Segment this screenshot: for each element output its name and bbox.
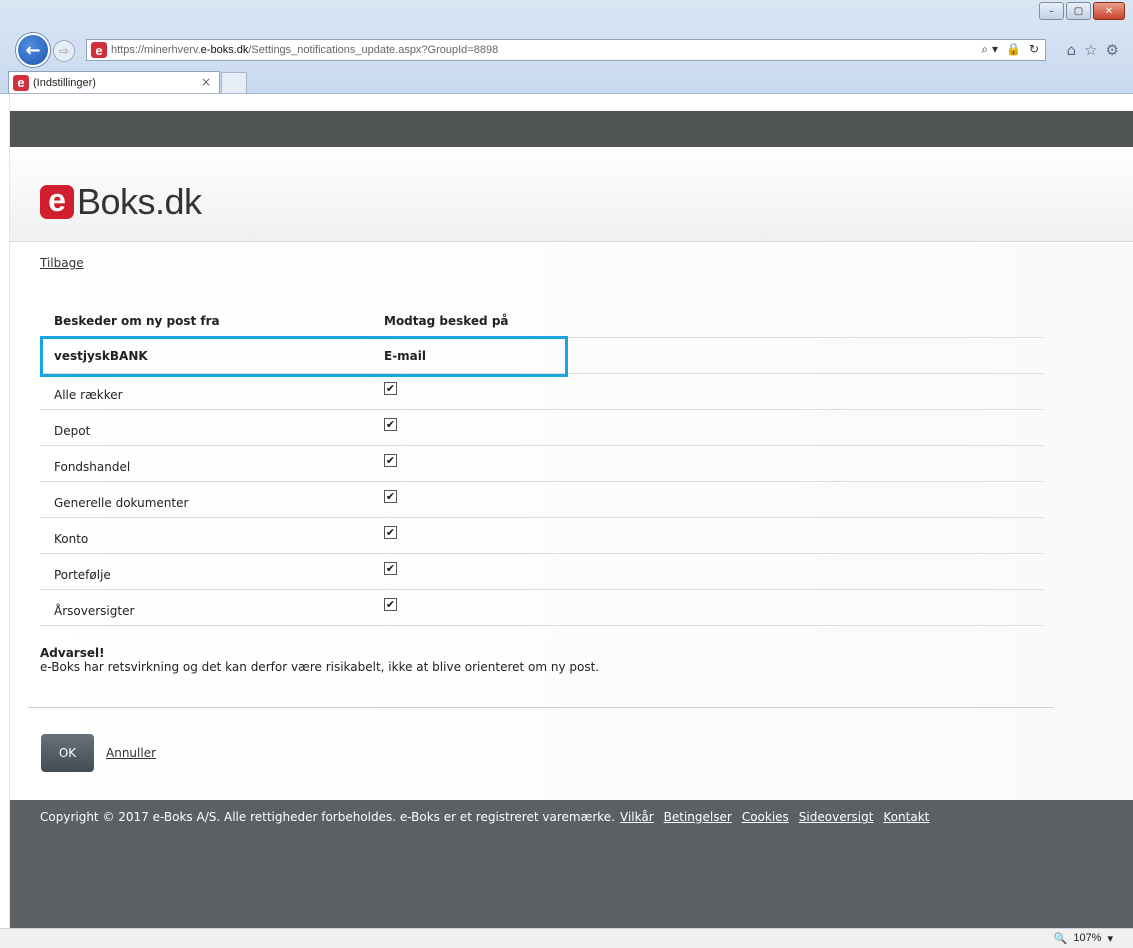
refresh-icon[interactable]: ↻ xyxy=(1029,42,1039,57)
table-row: Konto ✔ xyxy=(40,518,1043,554)
row-label: Portefølje xyxy=(54,568,111,582)
cancel-link[interactable]: Annuller xyxy=(106,746,156,760)
highlight-box xyxy=(40,336,568,377)
back-button[interactable]: ← xyxy=(16,33,50,67)
browser-tab[interactable]: e (Indstillinger) × xyxy=(8,71,220,93)
copyright-text: Copyright © 2017 e-Boks A/S. Alle rettig… xyxy=(40,810,616,824)
table-row: Portefølje ✔ xyxy=(40,554,1043,590)
row-label: Generelle dokumenter xyxy=(54,496,189,510)
eboks-logo[interactable]: e Boks.dk xyxy=(40,181,202,223)
site-footer: Copyright © 2017 e-Boks A/S. Alle rettig… xyxy=(10,800,1133,928)
footer-link-sideoversigt[interactable]: Sideoversigt xyxy=(799,810,874,824)
table-row: Årsoversigter ✔ xyxy=(40,590,1043,626)
address-tools: ⌕ ▾ 🔒 ↻ xyxy=(981,42,1039,57)
table-row: Alle rækker ✔ xyxy=(40,374,1043,410)
column-header-channel: Modtag besked på xyxy=(384,313,509,328)
column-header-sender: Beskeder om ny post fra xyxy=(54,313,220,328)
email-checkbox[interactable]: ✔ xyxy=(384,454,397,467)
address-bar[interactable]: e https://minerhverv.e-boks.dk/Settings_… xyxy=(86,39,1046,61)
footer-link-cookies[interactable]: Cookies xyxy=(742,810,789,824)
arrow-right-icon: ⇨ xyxy=(58,44,70,58)
footer-link-vilkar[interactable]: Vilkår xyxy=(620,810,654,824)
lock-icon[interactable]: 🔒 xyxy=(1006,42,1021,57)
close-window-button[interactable]: ✕ xyxy=(1093,2,1125,20)
zoom-control[interactable]: 🔍 107% ▾ xyxy=(1054,932,1113,945)
ok-button[interactable]: OK xyxy=(41,734,94,772)
tab-favicon-icon: e xyxy=(13,74,29,91)
warning-title: Advarsel! xyxy=(40,646,105,660)
settings-gear-icon[interactable]: ⚙ xyxy=(1106,41,1119,59)
status-bar: 🔍 107% ▾ xyxy=(0,928,1133,948)
back-link[interactable]: Tilbage xyxy=(40,256,84,270)
email-checkbox[interactable]: ✔ xyxy=(384,490,397,503)
row-label: Depot xyxy=(54,424,91,438)
row-label: Alle rækker xyxy=(54,388,123,402)
chevron-down-icon[interactable]: ▾ xyxy=(1107,932,1113,945)
minimize-button[interactable]: – xyxy=(1039,2,1064,20)
search-dropdown-icon[interactable]: ⌕ ▾ xyxy=(981,42,998,57)
eboks-logo-mark: e xyxy=(40,184,74,219)
zoom-level: 107% xyxy=(1073,932,1102,944)
arrow-left-icon: ← xyxy=(25,39,41,61)
footer-links: Vilkår Betingelser Cookies Sideoversigt … xyxy=(620,810,929,824)
favorites-star-icon[interactable]: ☆ xyxy=(1084,41,1097,59)
zoom-icon: 🔍 xyxy=(1053,933,1068,945)
email-checkbox[interactable]: ✔ xyxy=(384,418,397,431)
table-row: Depot ✔ xyxy=(40,410,1043,446)
browser-nav-icons: ⌂ ☆ ⚙ xyxy=(1067,41,1119,59)
footer-link-kontakt[interactable]: Kontakt xyxy=(883,810,929,824)
table-row: Generelle dokumenter ✔ xyxy=(40,482,1043,518)
warning-text: e-Boks har retsvirkning og det kan derfo… xyxy=(40,660,600,674)
email-checkbox[interactable]: ✔ xyxy=(384,562,397,575)
row-label: Fondshandel xyxy=(54,460,131,474)
eboks-favicon-icon: e xyxy=(91,42,107,58)
email-checkbox[interactable]: ✔ xyxy=(384,598,397,611)
warning-block: Advarsel! e-Boks har retsvirkning og det… xyxy=(40,646,599,674)
site-header: e Boks.dk xyxy=(10,147,1133,242)
email-checkbox[interactable]: ✔ xyxy=(384,382,397,395)
maximize-button[interactable]: ▢ xyxy=(1066,2,1091,20)
window-left-edge xyxy=(0,94,10,928)
tab-title: (Indstillinger) xyxy=(33,76,96,89)
browser-chrome: – ▢ ✕ ← ⇨ e https://minerhverv.e-boks.dk… xyxy=(0,0,1133,94)
eboks-logo-text: Boks.dk xyxy=(77,181,202,222)
window-controls: – ▢ ✕ xyxy=(1039,2,1125,20)
top-bar xyxy=(10,111,1133,147)
tab-close-icon[interactable]: × xyxy=(201,75,211,89)
divider xyxy=(28,707,1054,708)
footer-link-betingelser[interactable]: Betingelser xyxy=(664,810,732,824)
row-label: Årsoversigter xyxy=(54,604,135,618)
home-icon[interactable]: ⌂ xyxy=(1067,41,1077,59)
new-tab-button[interactable] xyxy=(221,72,247,93)
url-text: https://minerhverv.e-boks.dk/Settings_no… xyxy=(111,44,499,56)
forward-button[interactable]: ⇨ xyxy=(53,40,75,62)
table-row: Fondshandel ✔ xyxy=(40,446,1043,482)
table-header-row: Beskeder om ny post fra Modtag besked på xyxy=(40,304,1043,338)
email-checkbox[interactable]: ✔ xyxy=(384,526,397,539)
row-label: Konto xyxy=(54,532,89,546)
